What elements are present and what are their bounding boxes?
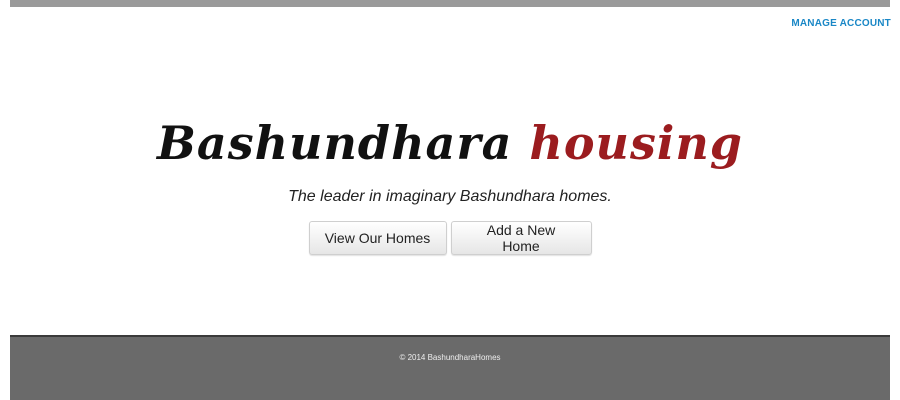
brand-logo: Bashundhara housing bbox=[0, 120, 900, 166]
brand-name-accent: housing bbox=[529, 116, 743, 170]
hero-actions: View Our Homes Add a New Home bbox=[0, 221, 900, 255]
footer: © 2014 BashundharaHomes bbox=[10, 335, 890, 400]
top-bar bbox=[10, 0, 890, 7]
add-home-button[interactable]: Add a New Home bbox=[450, 221, 592, 255]
hero-section: Bashundhara housing The leader in imagin… bbox=[0, 120, 900, 255]
brand-name-main: Bashundhara bbox=[157, 116, 513, 170]
copyright-text: © 2014 BashundharaHomes bbox=[399, 353, 501, 362]
manage-account-link[interactable]: MANAGE ACCOUNT bbox=[791, 18, 891, 29]
view-homes-button[interactable]: View Our Homes bbox=[308, 221, 447, 255]
tagline: The leader in imaginary Bashundhara home… bbox=[288, 188, 612, 205]
